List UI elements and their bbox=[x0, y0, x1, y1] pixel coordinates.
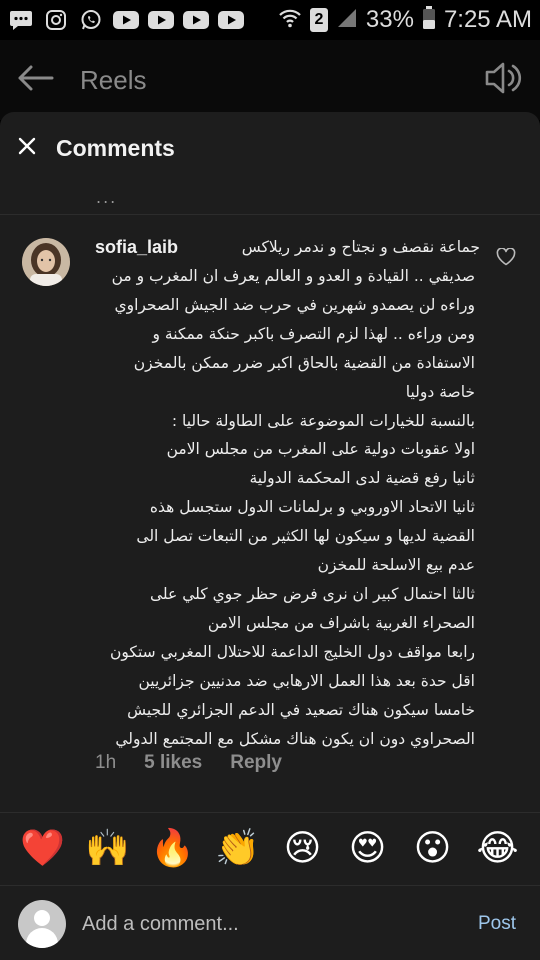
avatar-placeholder-body bbox=[26, 928, 58, 948]
emoji-open-mouth[interactable]: 😮 bbox=[409, 829, 457, 869]
sheet-header: Comments bbox=[0, 112, 540, 184]
comment-text-line: ثانيا الاتحاد الاوروبي و برلمانات الدول … bbox=[149, 498, 475, 517]
speaker-icon[interactable] bbox=[484, 60, 524, 100]
comments-sheet: Comments ... sofia_laib جماعة نقصف و نجت… bbox=[0, 112, 540, 960]
emoji-reaction-bar: ❤️ 🙌 🔥 👏 😢 😍 😮 😂 bbox=[0, 812, 540, 886]
previous-comment-indicator: ... bbox=[96, 188, 118, 207]
comment-text-line: القضية لديها و سيكون لها الكثير من التبع… bbox=[136, 527, 475, 546]
comment-likes[interactable]: 5 likes bbox=[144, 752, 202, 774]
battery-percent: 33% bbox=[365, 6, 414, 33]
heart-outline-icon[interactable] bbox=[496, 247, 516, 270]
comment-text-line: رابعا مواقف دول الخليج الداعمة للاحتلال … bbox=[110, 642, 475, 661]
emoji-heart-eyes[interactable]: 😍 bbox=[344, 829, 392, 869]
comment-text-line: الصحراء الغربية باشراف من مجلس الامن bbox=[207, 613, 475, 632]
whatsapp-icon bbox=[78, 9, 104, 31]
status-bar: 2 33% 7:25 AM bbox=[0, 0, 540, 40]
reels-header: Reels bbox=[0, 40, 540, 120]
youtube-icon bbox=[148, 9, 174, 31]
comment-text-line: جماعة نقصف و نجتاح و ندمر ريلاكس bbox=[241, 238, 480, 256]
post-button[interactable]: Post bbox=[478, 913, 516, 935]
divider bbox=[0, 214, 540, 215]
comment-text-line: عدم بيع الاسلحة للمخزن bbox=[317, 556, 475, 575]
emoji-clapping-hands[interactable]: 👏 bbox=[214, 829, 262, 869]
comment-text-line: اقل حدة بعد هذا العمل الارهابي ضد مدنيين… bbox=[138, 671, 475, 690]
comment-text-line: وراءه لن يصمدو شهرين في حرب ضد الجيش الص… bbox=[114, 295, 475, 314]
comment-text-line: صديقي .. القيادة و العدو و العالم يعرف ا… bbox=[111, 267, 475, 285]
back-arrow-icon[interactable] bbox=[16, 64, 54, 96]
comment-time: 1h bbox=[95, 752, 117, 773]
emoji-crying-face[interactable]: 😢 bbox=[279, 829, 327, 869]
avatar[interactable] bbox=[22, 238, 70, 286]
emoji-red-heart[interactable]: ❤️ bbox=[19, 829, 67, 869]
avatar-placeholder-head bbox=[34, 910, 50, 926]
sim-icon: 2 bbox=[309, 8, 328, 32]
comment-text-line: ثانيا رفع قضية لدى المحكمة الدولية bbox=[249, 469, 475, 488]
instagram-icon bbox=[43, 9, 69, 31]
comment-text-line: خامسا سيكون هناك تصعيد في الدعم الجزائري… bbox=[127, 700, 475, 719]
avatar bbox=[18, 900, 66, 948]
sheet-title: Comments bbox=[56, 134, 175, 161]
comment-meta: 1h 5 likes Reply bbox=[95, 752, 282, 774]
clock: 7:25 AM bbox=[443, 6, 532, 33]
comment-input[interactable] bbox=[82, 912, 478, 936]
emoji-raising-hands[interactable]: 🙌 bbox=[84, 829, 132, 869]
comment-composer: Post bbox=[0, 888, 540, 960]
youtube-icon bbox=[218, 9, 244, 31]
comments-list[interactable]: ... sofia_laib جماعة نقصف و نجتاح و ندمر… bbox=[0, 188, 540, 808]
wifi-icon bbox=[278, 7, 302, 33]
signal-icon bbox=[336, 7, 358, 33]
emoji-tears-of-joy[interactable]: 😂 bbox=[474, 829, 522, 869]
reply-button[interactable]: Reply bbox=[230, 752, 282, 774]
comment-text-line: الصحراوي دون ان يكون هناك مشكل مع المجتم… bbox=[115, 729, 475, 748]
comment-text-line: ومن وراءه .. لهذا لزم التصرف باكبر حنكة … bbox=[152, 324, 476, 343]
comment-text-line: خاصة دوليا bbox=[405, 382, 475, 401]
close-icon[interactable] bbox=[18, 137, 36, 159]
sim-badge: 2 bbox=[314, 11, 324, 28]
chat-bubble-icon bbox=[8, 9, 34, 31]
comment-text-line: الاستفادة من القضية بالحاق اكبر ضرر ممكن… bbox=[133, 353, 475, 372]
page-title: Reels bbox=[80, 64, 147, 95]
comment-text-line: ثالثا احتمال كبير ان نرى فرض حظر جوي كلي… bbox=[150, 584, 475, 603]
emoji-fire[interactable]: 🔥 bbox=[149, 829, 197, 869]
comment-username[interactable]: sofia_laib bbox=[95, 237, 178, 258]
comment-text-line: اولا عقوبات دولية على المغرب من مجلس الا… bbox=[166, 440, 475, 459]
comment-text: صديقي .. القيادة و العدو و العالم يعرف ا… bbox=[95, 262, 475, 753]
youtube-icon bbox=[183, 9, 209, 31]
youtube-icon bbox=[113, 9, 139, 31]
comment-text-line: بالنسبة للخيارات الموضوعة على الطاولة حا… bbox=[171, 411, 475, 430]
battery-icon bbox=[422, 6, 436, 34]
